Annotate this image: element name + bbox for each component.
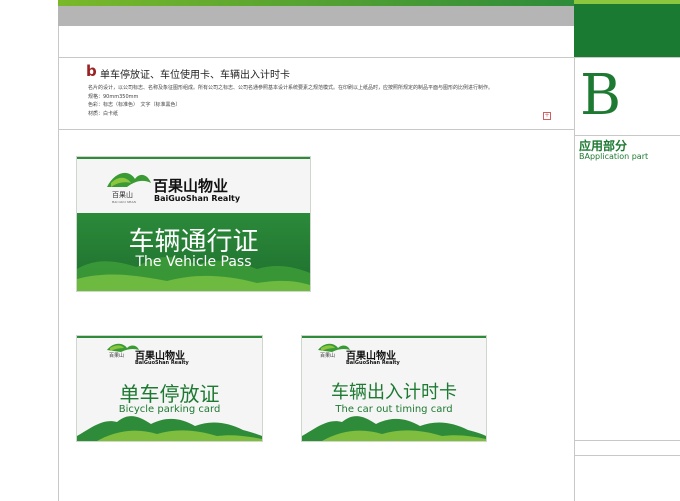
brand-name-en: BaiGuoShan Realty [154,194,241,203]
card-title-en: The Vehicle Pass [135,254,252,270]
card-title-cn: 车辆通行证 [128,227,259,257]
top-gray-bar [58,6,574,26]
card-title-en: The car out timing card [335,404,453,415]
right-guide-line [574,58,575,501]
section-desc-material: 材质：白卡纸 [88,111,119,117]
left-guide-line [58,26,59,501]
section-desc-spec: 规格：90mm350mm [88,94,139,100]
logo-seal-text: 百果山 [109,353,125,359]
card-title-cn: 车辆出入计时卡 [331,382,457,403]
logo-seal-text: 百果山 [320,353,336,359]
section-desc-line-1: 名片的设计，以公司标志、名称及象征图形组成。所有公司之标志、公司名通参照基本设计… [88,85,494,91]
vehicle-pass-card: 百果山 BAI GUO SHAN 百果山物业 BaiGuoShan Realty… [76,156,311,292]
sidebar-green-block [574,0,680,58]
section-divider [58,129,574,130]
brand-name-cn: 百果山物业 [153,177,229,195]
brand-name-en: BaiGuoShan Realty [135,360,189,366]
header-divider [58,57,680,58]
section-title: 单车停放证、车位使用卡、车辆出入计时卡 [100,70,290,81]
logo-seal-text: 百果山 [112,191,133,199]
sidebar-divider-bottom [574,455,680,456]
bicycle-parking-card: 百果山 百果山物业 BaiGuoShan Realty 单车停放证 Bicycl… [76,335,263,442]
card-title-en: Bicycle parking card [118,404,221,415]
category-title-en: BApplication part [579,152,649,161]
section-desc-color: 色彩：标志（标准色） 文字（标准黑色） [88,102,181,108]
expand-icon[interactable]: + [543,112,551,120]
card-title-cn: 单车停放证 [119,382,220,406]
sidebar-light-band [574,0,680,4]
brand-name-en: BaiGuoShan Realty [346,360,400,366]
logo-seal-subtext: BAI GUO SHAN [112,200,137,204]
sidebar-divider-mid [574,440,680,441]
sidebar-divider-top [574,135,680,136]
car-timing-card: 百果山 百果山物业 BaiGuoShan Realty 车辆出入计时卡 The … [301,335,487,442]
section-letter: b [86,62,97,80]
category-letter: B [580,63,622,128]
